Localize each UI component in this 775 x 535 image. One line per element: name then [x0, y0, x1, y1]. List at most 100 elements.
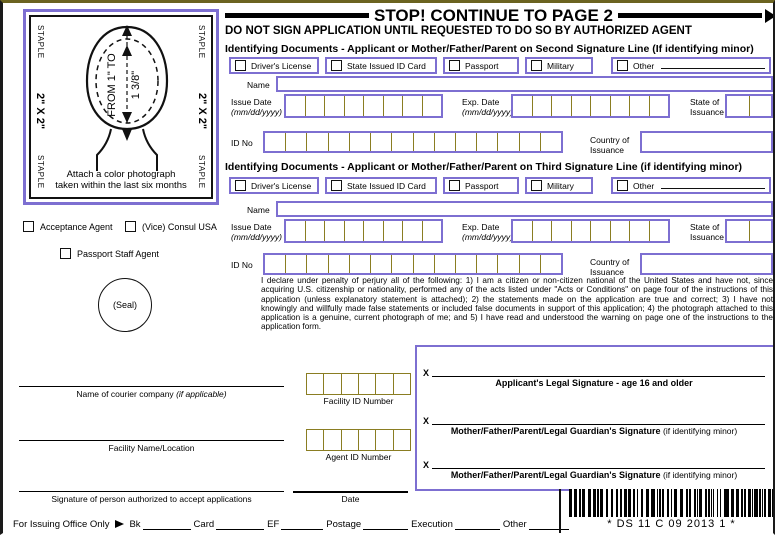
s2-checkbox-box-passport[interactable] — [449, 60, 460, 71]
s2-checkbox-box-state-id[interactable] — [331, 60, 342, 71]
checkbox-box-passport-staff-agent[interactable] — [60, 248, 71, 259]
s3-issue-date-boxes[interactable] — [284, 219, 443, 243]
stop-banner: STOP! CONTINUE TO PAGE 2 — [225, 5, 773, 26]
footer-line-other[interactable] — [528, 520, 574, 530]
s2-name-input[interactable] — [276, 76, 773, 92]
s3-label-passport: Passport — [465, 180, 499, 191]
barcode-bars — [569, 489, 773, 517]
s3-checkbox-passport[interactable]: Passport — [443, 177, 519, 194]
facility-name-label: Facility Name/Location — [108, 443, 195, 453]
s2-checkbox-box-drivers-license[interactable] — [235, 60, 246, 71]
photo-inner-frame: STAPLE STAPLE STAPLE STAPLE 2" X 2" 2" X… — [29, 15, 213, 199]
signature-line-applicant[interactable] — [432, 375, 765, 377]
seal-circle: (Seal) — [98, 278, 152, 332]
s2-country-issuance-input[interactable] — [640, 131, 773, 153]
checkbox-passport-staff-agent[interactable]: Passport Staff Agent — [60, 248, 159, 259]
label-passport-staff-agent: Passport Staff Agent — [77, 248, 159, 259]
s3-checkbox-drivers-license[interactable]: Driver's License — [229, 177, 319, 194]
s2-label-passport: Passport — [465, 60, 499, 71]
signature-caption-applicant: Applicant's Legal Signature - age 16 and… — [495, 378, 693, 388]
authorized-signature-line[interactable] — [19, 491, 284, 492]
footer-label-other: Other — [502, 518, 527, 530]
facility-id-boxes[interactable] — [306, 373, 411, 395]
s3-checkbox-state-id[interactable]: State Issued ID Card — [325, 177, 437, 194]
s3-checkbox-box-drivers-license[interactable] — [235, 180, 246, 191]
courier-company-line[interactable] — [19, 386, 284, 387]
facility-name-line[interactable] — [19, 440, 284, 441]
signature-caption-guardian-2: Mother/Father/Parent/Legal Guardian's Si… — [450, 470, 738, 480]
footer-item-bk[interactable]: Bk — [129, 518, 191, 530]
footer-item-other[interactable]: Other — [503, 519, 574, 530]
s2-checkbox-other[interactable]: Other — [611, 57, 771, 74]
s3-checkbox-box-other[interactable] — [617, 180, 628, 191]
s3-label-state-id: State Issued ID Card — [347, 180, 426, 191]
footer-label-bk: Bk — [129, 518, 141, 530]
facility-id-label: Facility ID Number — [323, 396, 394, 406]
s3-country-issuance-input[interactable] — [640, 253, 773, 275]
checkbox-box-acceptance-agent[interactable] — [23, 221, 34, 232]
s3-checkbox-box-passport[interactable] — [449, 180, 460, 191]
s2-other-writein-line[interactable] — [661, 61, 765, 69]
footer-item-ef[interactable]: EF — [267, 519, 324, 530]
stop-title: STOP! CONTINUE TO PAGE 2 — [374, 5, 613, 25]
signature-x-applicant: X — [423, 368, 430, 378]
s3-name-input[interactable] — [276, 201, 773, 217]
s3-issue-date-label: Issue Date (mm/dd/yyyy) — [231, 222, 282, 242]
checkbox-vice-consul[interactable]: (Vice) Consul USA — [125, 221, 217, 232]
footer-label-card: Card — [193, 518, 215, 530]
s2-state-issuance-label: State of Issuance — [690, 97, 725, 117]
date-label: Date — [341, 494, 360, 504]
footer-item-postage[interactable]: Postage — [326, 519, 409, 530]
s3-checkbox-box-military[interactable] — [531, 180, 542, 191]
agent-id-label: Agent ID Number — [325, 452, 392, 462]
s2-label-state-id: State Issued ID Card — [347, 60, 426, 71]
s2-name-label: Name — [247, 80, 270, 90]
s2-checkbox-box-military[interactable] — [531, 60, 542, 71]
s2-checkbox-state-id[interactable]: State Issued ID Card — [325, 57, 437, 74]
s2-issue-date-boxes[interactable] — [284, 94, 443, 118]
footer-item-card[interactable]: Card — [194, 519, 265, 530]
photo-caption: Attach a color photograph taken within t… — [31, 169, 211, 191]
signature-x-guardian-1: X — [423, 416, 430, 426]
s3-checkbox-military[interactable]: Military — [525, 177, 593, 194]
s3-checkbox-box-state-id[interactable] — [331, 180, 342, 191]
s2-checkbox-drivers-license[interactable]: Driver's License — [229, 57, 319, 74]
checkbox-acceptance-agent[interactable]: Acceptance Agent — [23, 221, 113, 232]
do-not-sign-notice: DO NOT SIGN APPLICATION UNTIL REQUESTED … — [225, 25, 692, 37]
s3-state-issuance-boxes[interactable] — [725, 219, 773, 243]
arrow-right-small-icon — [115, 520, 125, 528]
s2-label-military: Military — [547, 60, 574, 71]
s3-other-writein-line[interactable] — [661, 181, 765, 189]
barcode-block: * DS 11 C 09 2013 1 * — [569, 489, 773, 533]
footer-label-execution: Execution — [411, 518, 453, 530]
barcode-text: * DS 11 C 09 2013 1 * — [607, 518, 736, 530]
declaration-text: I declare under penalty of perjury all o… — [261, 276, 773, 332]
footer-item-execution[interactable]: Execution — [411, 519, 500, 530]
s3-checkbox-other[interactable]: Other — [611, 177, 771, 194]
section-heading-second-signature: Identifying Documents - Applicant or Mot… — [225, 43, 754, 55]
footer-line-execution[interactable] — [454, 520, 500, 530]
s2-state-issuance-boxes[interactable] — [725, 94, 773, 118]
signature-caption-guardian-1: Mother/Father/Parent/Legal Guardian's Si… — [450, 426, 738, 436]
s2-exp-date-boxes[interactable] — [511, 94, 670, 118]
measure-to-text: 1 3/8" — [130, 71, 142, 99]
s3-id-no-boxes[interactable] — [263, 253, 563, 275]
s3-name-label: Name — [247, 205, 270, 215]
s2-id-no-boxes[interactable] — [263, 131, 563, 153]
date-line[interactable] — [293, 491, 408, 493]
checkbox-box-vice-consul[interactable] — [125, 221, 136, 232]
s2-id-no-label: ID No — [231, 138, 253, 148]
footer-line-postage[interactable] — [363, 520, 409, 530]
agent-id-boxes[interactable] — [306, 429, 411, 451]
signature-line-guardian-2[interactable] — [432, 467, 765, 469]
s2-checkbox-box-other[interactable] — [617, 60, 628, 71]
footer-line-bk[interactable] — [142, 520, 191, 530]
signature-line-guardian-1[interactable] — [432, 423, 765, 425]
s2-checkbox-passport[interactable]: Passport — [443, 57, 519, 74]
footer-line-ef[interactable] — [281, 520, 324, 530]
section-heading-third-signature: Identifying Documents - Applicant or Mot… — [225, 161, 743, 173]
footer-line-card[interactable] — [216, 520, 265, 530]
s2-checkbox-military[interactable]: Military — [525, 57, 593, 74]
s3-exp-date-boxes[interactable] — [511, 219, 670, 243]
s3-state-issuance-label: State of Issuance — [690, 222, 725, 242]
